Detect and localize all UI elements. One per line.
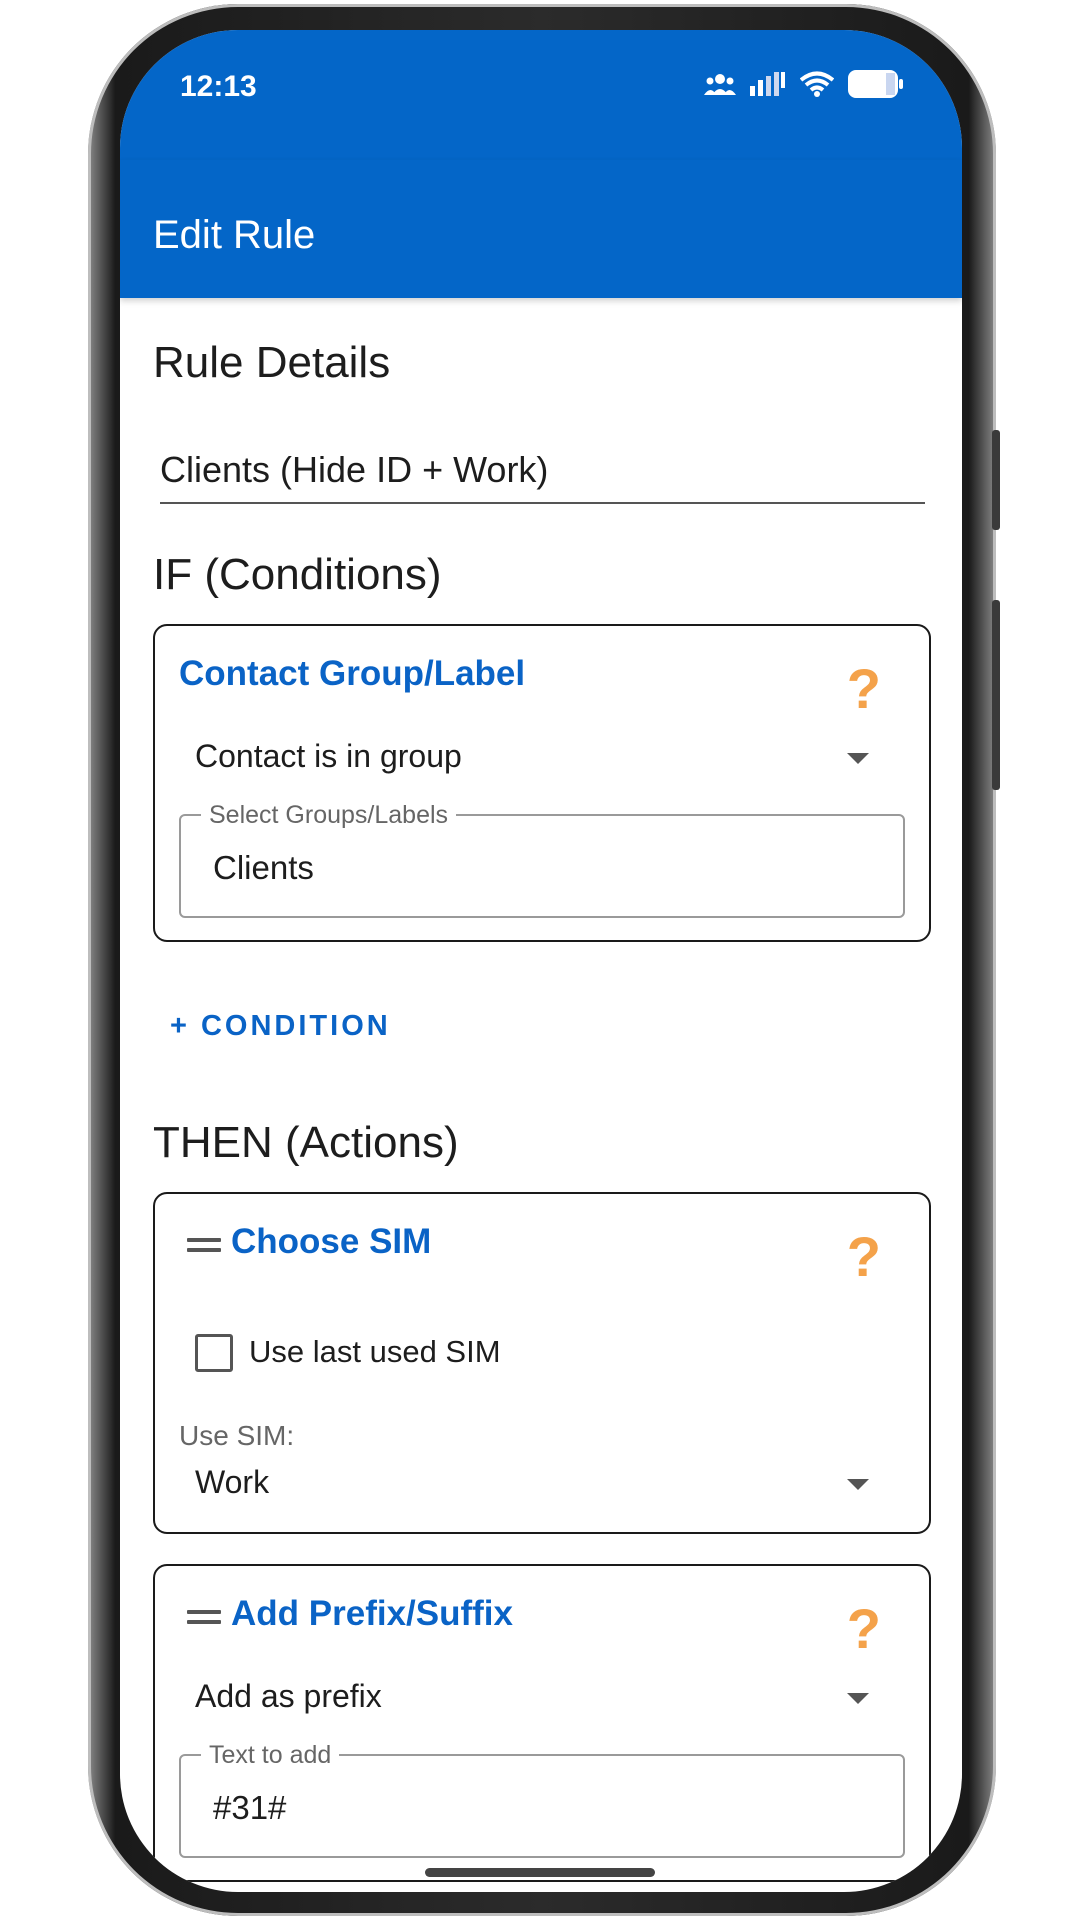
page-title: Edit Rule <box>153 213 316 257</box>
status-icons <box>704 70 904 98</box>
use-last-sim-label: Use last used SIM <box>249 1334 501 1369</box>
rule-details-heading: Rule Details <box>153 338 391 387</box>
groups-field-label: Select Groups/Labels <box>201 801 457 830</box>
home-indicator[interactable] <box>425 1868 655 1877</box>
status-time: 12:13 <box>180 70 257 103</box>
prefix-mode-select[interactable]: Add as prefix <box>195 1678 881 1728</box>
use-sim-label: Use SIM: <box>179 1420 295 1451</box>
prefix-suffix-title: Add Prefix/Suffix <box>231 1594 513 1633</box>
drag-handle-icon[interactable] <box>187 1610 221 1630</box>
condition-card-title: Contact Group/Label <box>179 654 526 693</box>
dropdown-arrow-icon <box>847 1693 869 1704</box>
drag-handle-icon[interactable] <box>187 1238 221 1258</box>
select-value: Work <box>195 1464 270 1500</box>
side-button <box>992 430 1000 530</box>
groups-field-value: Clients <box>213 849 314 886</box>
text-to-add-field[interactable]: Text to add #31# <box>179 1741 905 1858</box>
add-condition-button[interactable]: + CONDITION <box>170 1010 391 1043</box>
condition-type-select[interactable]: Contact is in group <box>195 738 881 788</box>
text-to-add-value: #31# <box>213 1789 287 1826</box>
battery-icon <box>848 70 903 98</box>
wifi-icon <box>800 71 834 97</box>
rule-name-input[interactable] <box>160 438 925 504</box>
screen: 12:13 Edit Rule Rule Details Clients (Hi… <box>120 30 962 1892</box>
side-button <box>992 600 1000 790</box>
text-to-add-label: Text to add <box>201 1741 340 1770</box>
dropdown-arrow-icon <box>847 753 869 764</box>
signal-icon <box>750 72 785 96</box>
choose-sim-card: Choose SIM ? Use last used SIM Use SIM: … <box>153 1192 931 1534</box>
conditions-heading: IF (Conditions) <box>153 550 442 599</box>
app-bar: Edit Rule <box>120 160 962 298</box>
choose-sim-title: Choose SIM <box>231 1222 432 1261</box>
help-icon[interactable]: ? <box>847 1224 881 1289</box>
status-bar: 12:13 <box>120 30 962 160</box>
people-icon <box>704 74 736 95</box>
prefix-suffix-card: Add Prefix/Suffix ? Add as prefix Text t… <box>153 1564 931 1882</box>
help-icon[interactable]: ? <box>847 656 881 721</box>
help-icon[interactable]: ? <box>847 1596 881 1661</box>
sim-select[interactable]: Work <box>195 1464 881 1514</box>
select-value: Add as prefix <box>195 1678 382 1714</box>
actions-heading: THEN (Actions) <box>153 1118 459 1167</box>
select-value: Contact is in group <box>195 738 462 774</box>
groups-field[interactable]: Select Groups/Labels Clients <box>179 801 905 918</box>
use-last-sim-checkbox[interactable] <box>195 1334 233 1372</box>
dropdown-arrow-icon <box>847 1479 869 1490</box>
condition-card: Contact Group/Label ? Contact is in grou… <box>153 624 931 942</box>
